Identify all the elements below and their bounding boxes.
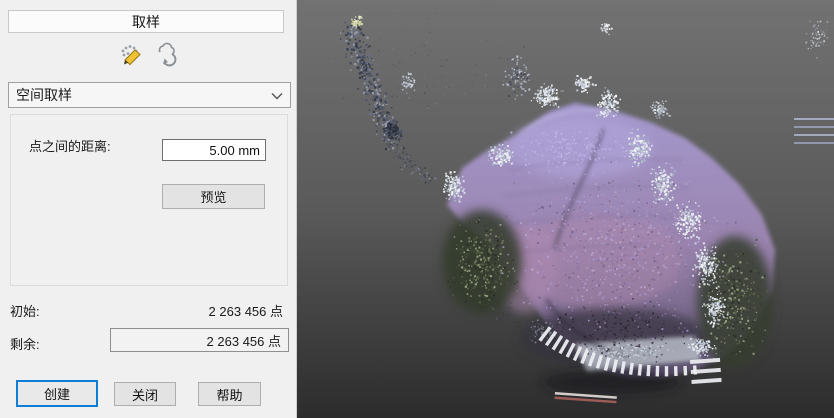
remaining-points-value: 2 263 456 点 <box>207 331 281 350</box>
regenerate-cloud-icon <box>152 41 180 70</box>
sampling-parameters-group: 点之间的距离: 预览 <box>10 114 288 286</box>
preview-button[interactable]: 预览 <box>162 184 265 209</box>
regenerate-cloud-icon-button[interactable] <box>150 40 182 70</box>
close-button[interactable]: 关闭 <box>114 382 176 406</box>
dialog-toolbar <box>0 40 296 70</box>
help-button[interactable]: 帮助 <box>198 382 261 406</box>
application-window: 取样 <box>0 0 834 418</box>
clean-cloud-icon <box>116 41 144 70</box>
initial-points-value: 2 263 456 点 <box>209 301 283 320</box>
viewport-3d[interactable] <box>297 0 834 418</box>
dialog-title: 取样 <box>8 10 284 33</box>
remaining-points-field: 2 263 456 点 <box>110 328 289 352</box>
remaining-points-label: 剩余: <box>10 334 40 353</box>
distance-input[interactable] <box>162 139 266 161</box>
sampling-mode-select[interactable]: 空间取样 <box>8 82 291 108</box>
dialog-title-text: 取样 <box>132 12 160 32</box>
distance-label: 点之间的距离: <box>29 136 111 155</box>
create-button[interactable]: 创建 <box>16 380 98 407</box>
point-cloud-render <box>297 0 834 418</box>
initial-points-label: 初始: <box>10 301 40 320</box>
sampling-dialog-panel: 取样 <box>0 0 297 418</box>
sampling-mode-value: 空间取样 <box>16 85 72 105</box>
chevron-down-icon <box>271 87 283 103</box>
clean-cloud-icon-button[interactable] <box>114 40 146 70</box>
